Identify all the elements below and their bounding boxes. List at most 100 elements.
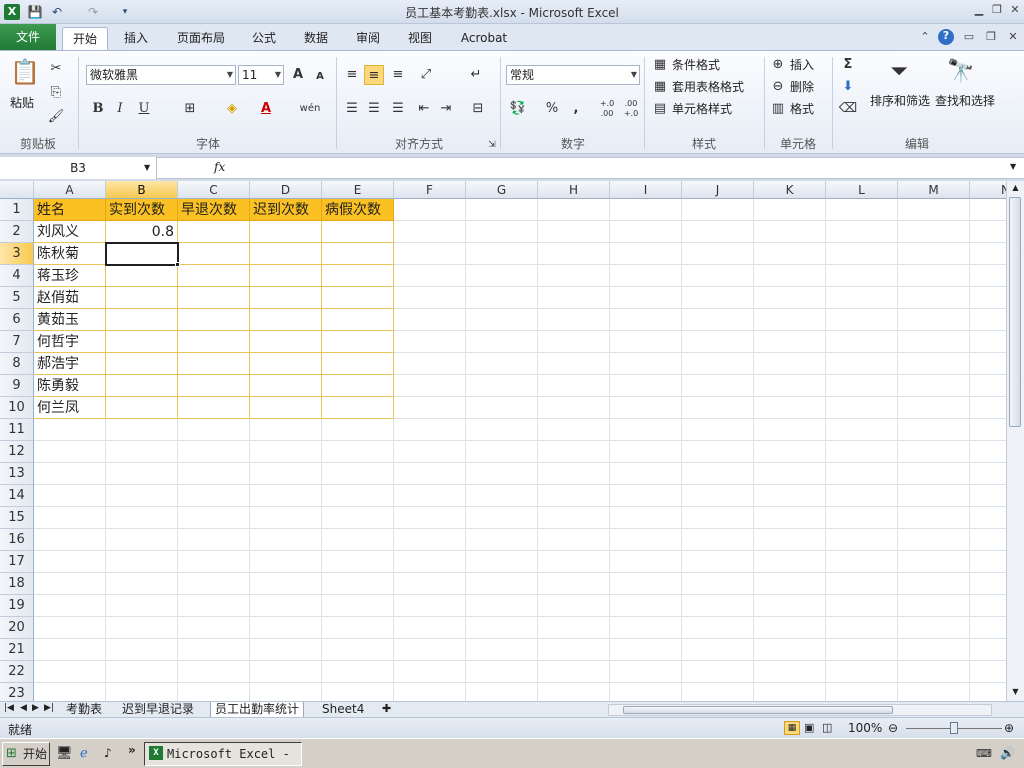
fill-icon[interactable]: ⬇: [838, 77, 858, 97]
next-sheet-icon[interactable]: ▶: [32, 703, 39, 713]
column-header-i[interactable]: I: [610, 181, 682, 199]
table-cell[interactable]: [106, 265, 178, 287]
font-family-select[interactable]: 微软雅黑 ▼: [86, 65, 236, 85]
tab-review[interactable]: 审阅: [348, 27, 388, 50]
decrease-decimal-button[interactable]: .00 +.0: [620, 99, 642, 119]
column-header-h[interactable]: H: [538, 181, 610, 199]
tab-acrobat[interactable]: Acrobat: [454, 27, 514, 50]
media-icon[interactable]: ♪: [104, 746, 112, 760]
conditional-format-icon[interactable]: ▦: [650, 55, 670, 75]
header-cell[interactable]: 迟到次数: [250, 199, 322, 221]
name-cell[interactable]: 黄茹玉: [34, 309, 106, 331]
column-header-a[interactable]: A: [34, 181, 106, 199]
close-icon[interactable]: ✕: [1008, 3, 1022, 17]
row-header[interactable]: 9: [0, 375, 34, 397]
header-cell[interactable]: 实到次数: [106, 199, 178, 221]
name-cell[interactable]: 赵俏茹: [34, 287, 106, 309]
copy-icon[interactable]: ⎘: [46, 83, 66, 103]
align-top-icon[interactable]: ≡: [342, 65, 362, 85]
row-header[interactable]: 5: [0, 287, 34, 309]
table-cell[interactable]: [178, 375, 250, 397]
find-select-button[interactable]: 查找和选择: [935, 91, 995, 111]
tab-insert[interactable]: 插入: [114, 27, 158, 50]
sheet-tab[interactable]: 考勤表: [62, 702, 106, 718]
ribbon-collapse-icon[interactable]: ⌃: [918, 30, 932, 44]
cut-icon[interactable]: ✂: [46, 59, 66, 79]
fill-color-icon[interactable]: ◈: [222, 99, 242, 119]
cell-styles-button[interactable]: 单元格样式: [672, 99, 732, 119]
column-header-m[interactable]: M: [898, 181, 970, 199]
row-header[interactable]: 17: [0, 551, 34, 573]
column-header-n[interactable]: N: [970, 181, 1006, 199]
table-cell[interactable]: [178, 309, 250, 331]
table-cell[interactable]: [322, 331, 394, 353]
bold-button[interactable]: B: [88, 99, 108, 119]
row-header[interactable]: 14: [0, 485, 34, 507]
table-cell[interactable]: [178, 221, 250, 243]
number-format-select[interactable]: 常规 ▼: [506, 65, 640, 85]
vertical-scrollbar[interactable]: ▲ ▼: [1006, 181, 1024, 701]
column-header-f[interactable]: F: [394, 181, 466, 199]
name-cell[interactable]: 陈勇毅: [34, 375, 106, 397]
table-cell[interactable]: [250, 353, 322, 375]
h-scroll-thumb[interactable]: [623, 706, 893, 714]
merge-center-icon[interactable]: ⊟: [468, 99, 488, 119]
column-header-l[interactable]: L: [826, 181, 898, 199]
table-cell[interactable]: [106, 331, 178, 353]
sheet-tab[interactable]: Sheet4: [318, 702, 368, 718]
clear-icon[interactable]: ⌫: [838, 99, 858, 119]
align-right-icon[interactable]: ☰: [388, 99, 408, 119]
header-cell[interactable]: 早退次数: [178, 199, 250, 221]
align-bottom-icon[interactable]: ≡: [388, 65, 408, 85]
start-button[interactable]: ⊞ 开始: [2, 742, 50, 766]
row-header[interactable]: 6: [0, 309, 34, 331]
scroll-down-icon[interactable]: ▼: [1008, 685, 1023, 699]
sort-filter-button[interactable]: 排序和筛选: [870, 91, 930, 111]
grow-font-icon[interactable]: A: [288, 65, 308, 85]
keyboard-icon[interactable]: ⌨: [976, 747, 992, 760]
scroll-up-icon[interactable]: ▲: [1008, 181, 1023, 195]
cell-b2[interactable]: 0.8: [106, 221, 178, 243]
row-header[interactable]: 20: [0, 617, 34, 639]
format-cells-button[interactable]: 格式: [790, 99, 814, 119]
paste-button[interactable]: 粘贴: [10, 93, 34, 113]
orientation-icon[interactable]: ⤢: [416, 65, 436, 85]
normal-view-icon[interactable]: ▦: [784, 721, 800, 735]
row-header[interactable]: 2: [0, 221, 34, 243]
insert-cells-icon[interactable]: ⊕: [768, 55, 788, 75]
row-header[interactable]: 23: [0, 683, 34, 701]
tab-data[interactable]: 数据: [296, 27, 336, 50]
row-header[interactable]: 10: [0, 397, 34, 419]
row-header[interactable]: 22: [0, 661, 34, 683]
table-cell[interactable]: [178, 331, 250, 353]
table-cell[interactable]: [178, 265, 250, 287]
fx-icon[interactable]: fx: [214, 160, 225, 174]
first-sheet-icon[interactable]: |◀: [4, 703, 14, 713]
formula-input[interactable]: [230, 158, 1024, 178]
sheet-tab-active[interactable]: 员工出勤率统计: [210, 702, 305, 718]
conditional-format-button[interactable]: 条件格式: [672, 55, 720, 75]
phonetic-icon[interactable]: wén: [298, 99, 322, 119]
zoom-slider-thumb[interactable]: [950, 722, 958, 734]
row-header[interactable]: 19: [0, 595, 34, 617]
table-cell[interactable]: [322, 243, 394, 265]
row-header[interactable]: 12: [0, 441, 34, 463]
name-cell[interactable]: 蒋玉珍: [34, 265, 106, 287]
delete-cells-icon[interactable]: ⊖: [768, 77, 788, 97]
table-cell[interactable]: [178, 243, 250, 265]
zoom-level[interactable]: 100%: [848, 721, 882, 735]
ie-icon[interactable]: ℯ: [80, 746, 88, 761]
tab-file[interactable]: 文件: [0, 24, 56, 50]
zoom-out-icon[interactable]: ⊖: [888, 721, 898, 735]
paste-icon[interactable]: 📋: [10, 57, 40, 89]
active-cell-selection[interactable]: [105, 242, 179, 266]
name-cell[interactable]: 何哲宇: [34, 331, 106, 353]
row-header[interactable]: 4: [0, 265, 34, 287]
table-cell[interactable]: [106, 397, 178, 419]
row-header[interactable]: 7: [0, 331, 34, 353]
restore-icon[interactable]: ❐: [990, 3, 1004, 17]
dialog-launcher-icon[interactable]: ⇲: [486, 135, 498, 155]
show-desktop-icon[interactable]: 🖥: [56, 746, 73, 761]
column-header-c[interactable]: C: [178, 181, 250, 199]
table-cell[interactable]: [178, 287, 250, 309]
